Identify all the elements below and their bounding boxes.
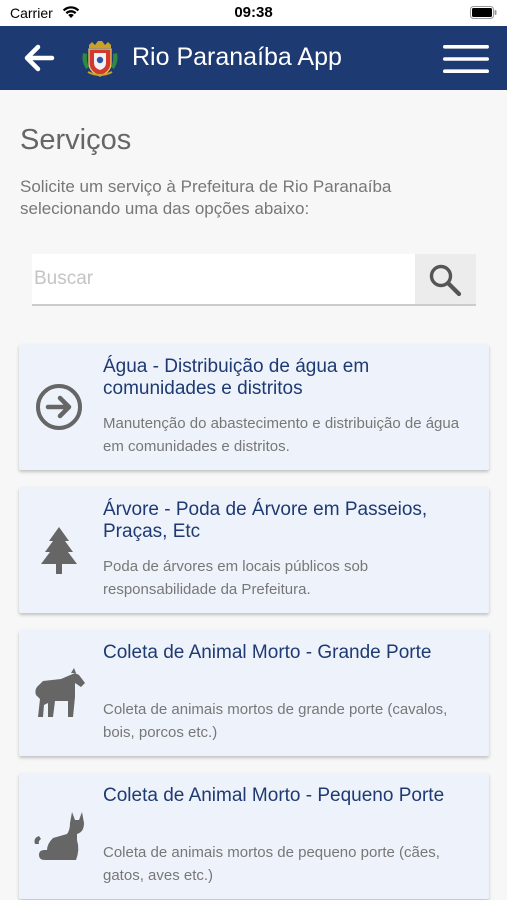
app-header: Rio Paranaíba App: [0, 26, 507, 90]
back-arrow-icon[interactable]: [22, 42, 56, 74]
app-title: Rio Paranaíba App: [132, 43, 342, 71]
service-description: Manutenção do abastecimento e distribuiç…: [103, 415, 460, 455]
service-title: Coleta de Animal Morto - Grande Porte: [103, 642, 432, 663]
service-description: Poda de árvores em locais públicos sob r…: [103, 558, 369, 598]
arrow-circle-right-icon: [36, 384, 82, 430]
page-subtitle: Solicite um serviço à Prefeitura de Rio …: [20, 177, 392, 218]
status-bar: Carrier 09:38: [0, 0, 507, 26]
service-description: Coleta de animais mortos de pequeno port…: [103, 844, 440, 884]
hamburger-menu-icon[interactable]: [443, 43, 489, 75]
service-title: Água - Distribuição de água em comunidad…: [103, 356, 370, 399]
search-bar: [32, 254, 476, 306]
search-input[interactable]: [32, 254, 415, 304]
service-card-arvore[interactable]: Árvore - Poda de Árvore em Passeios, Pra…: [19, 487, 489, 613]
battery-icon: [470, 6, 497, 19]
service-description: Coleta de animais mortos de grande porte…: [103, 701, 448, 741]
horse-icon: [35, 668, 85, 717]
service-card-agua[interactable]: Água - Distribuição de água em comunidad…: [19, 344, 489, 470]
status-time: 09:38: [234, 4, 273, 21]
service-card-animal-grande[interactable]: Coleta de Animal Morto - Grande Porte Co…: [19, 630, 489, 756]
tree-icon: [41, 527, 77, 574]
service-title: Árvore - Poda de Árvore em Passeios, Pra…: [103, 499, 428, 542]
city-coat-of-arms-logo: [82, 41, 118, 77]
service-title: Coleta de Animal Morto - Pequeno Porte: [103, 785, 445, 806]
service-card-animal-pequeno[interactable]: Coleta de Animal Morto - Pequeno Porte C…: [19, 773, 489, 899]
cat-icon: [34, 812, 84, 860]
page-title: Serviços: [20, 124, 132, 156]
search-icon: [429, 264, 462, 297]
search-button[interactable]: [415, 254, 476, 304]
